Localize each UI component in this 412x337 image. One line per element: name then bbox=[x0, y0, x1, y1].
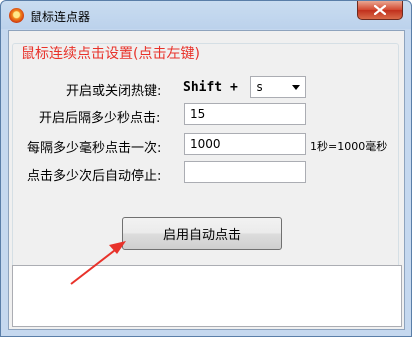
hotkey-key-value: s bbox=[256, 80, 264, 94]
auto-stop-label: 点击多少次后自动停止: bbox=[27, 169, 162, 184]
hotkey-label: 开启或关闭热键: bbox=[66, 84, 162, 99]
close-button[interactable] bbox=[357, 1, 403, 20]
log-output[interactable] bbox=[12, 265, 402, 327]
app-logo-icon bbox=[9, 8, 24, 23]
start-interval-input[interactable] bbox=[184, 103, 306, 125]
click-interval-label: 每隔多少毫秒点击一次: bbox=[27, 141, 162, 156]
start-auto-click-button[interactable]: 启用自动点击 bbox=[122, 217, 282, 250]
window-title: 鼠标连点器 bbox=[30, 10, 91, 24]
hotkey-modifier: Shift + bbox=[183, 80, 238, 95]
group-title: 鼠标连续点击设置(点击左键) bbox=[19, 44, 202, 64]
start-interval-label: 开启后隔多少秒点击: bbox=[39, 111, 161, 126]
close-icon bbox=[374, 5, 386, 15]
app-window: 鼠标连点器 鼠标连续点击设置(点击左键) 开启或关闭热键: Shift + s … bbox=[0, 0, 412, 337]
client-area: 鼠标连续点击设置(点击左键) 开启或关闭热键: Shift + s 开启后隔多少… bbox=[8, 30, 405, 330]
unit-hint: 1秒=1000毫秒 bbox=[310, 140, 388, 153]
title-bar: 鼠标连点器 bbox=[1, 1, 411, 31]
auto-stop-input[interactable] bbox=[184, 161, 306, 183]
settings-group: 鼠标连续点击设置(点击左键) 开启或关闭热键: Shift + s 开启后隔多少… bbox=[12, 43, 399, 270]
click-interval-input[interactable] bbox=[184, 133, 306, 155]
hotkey-key-select[interactable]: s bbox=[250, 76, 306, 98]
chevron-down-icon bbox=[292, 85, 300, 90]
